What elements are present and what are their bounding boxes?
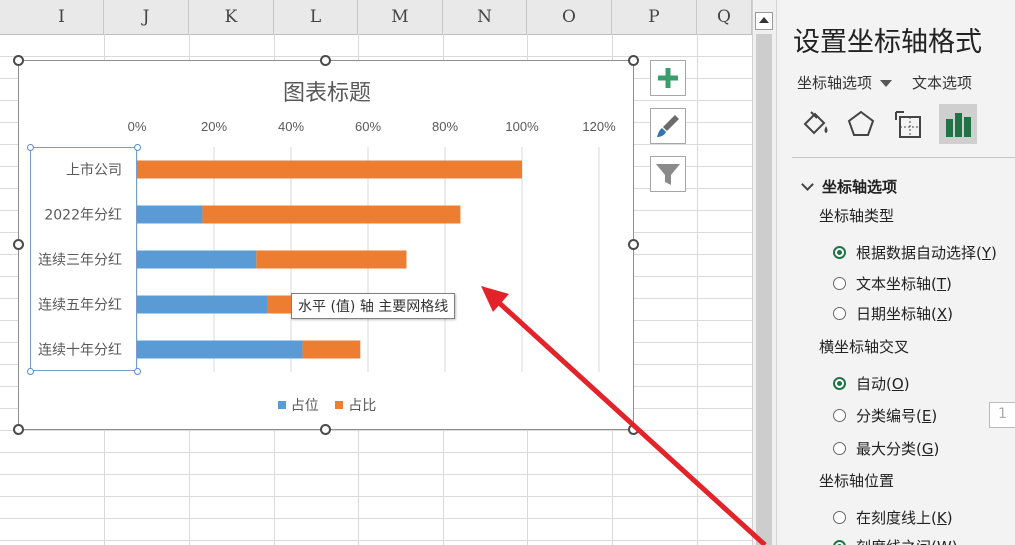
radio-button[interactable]: [833, 307, 846, 320]
tab-text-options[interactable]: 文本选项: [912, 72, 972, 93]
radio-cross-category-number[interactable]: 分类编号(E): [833, 405, 937, 426]
radio-button-checked[interactable]: [833, 540, 846, 545]
radio-label: 日期坐标轴: [856, 305, 932, 323]
radio-cross-max-category[interactable]: 最大分类(G): [833, 438, 939, 459]
radio-button-checked[interactable]: [833, 377, 846, 390]
radio-button[interactable]: [833, 442, 846, 455]
format-axis-panel: 设置坐标轴格式 坐标轴选项 文本选项 坐标轴选项 坐标轴类型 根据数据自动选择(Y…: [776, 0, 1015, 545]
radio-cross-auto[interactable]: 自动(O): [833, 373, 910, 394]
radio-button[interactable]: [833, 277, 846, 290]
chevron-down-icon[interactable]: [801, 178, 814, 191]
accelerator-key: G: [921, 439, 934, 458]
axis-type-label: 坐标轴类型: [819, 207, 895, 225]
position-label: 坐标轴位置: [819, 472, 895, 490]
radio-label: 自动: [856, 375, 887, 393]
accelerator-key: T: [936, 274, 947, 293]
radio-position-between-ticks[interactable]: 刻度线之间(W): [833, 536, 958, 545]
tab-axis-options[interactable]: 坐标轴选项: [797, 72, 872, 93]
bar-chart-icon[interactable]: [940, 104, 976, 144]
radio-label: 最大分类: [856, 440, 917, 458]
section-axis-options[interactable]: 坐标轴选项: [801, 176, 897, 197]
radio-label: 文本坐标轴: [856, 275, 932, 293]
panel-divider: [792, 157, 1015, 158]
panel-title: 设置坐标轴格式: [793, 27, 982, 58]
radio-axis-type-auto[interactable]: 根据数据自动选择(Y): [833, 242, 997, 263]
red-arrow-annotation: [481, 286, 767, 545]
radio-label: 分类编号: [856, 407, 917, 425]
category-number-input[interactable]: 1: [989, 402, 1015, 428]
radio-label: 根据数据自动选择: [856, 244, 977, 262]
accelerator-key: O: [891, 374, 904, 393]
pentagon-icon[interactable]: [843, 104, 879, 144]
panel-tabs: 坐标轴选项 文本选项: [797, 72, 972, 93]
radio-label: 刻度线之间: [856, 536, 931, 545]
radio-position-on-tick[interactable]: 在刻度线上(K): [833, 507, 953, 528]
cross-label: 横坐标轴交叉: [819, 338, 910, 356]
accelerator-key: E: [921, 406, 932, 425]
radio-button[interactable]: [833, 409, 846, 422]
fill-bucket-icon[interactable]: [797, 104, 833, 144]
radio-axis-type-text[interactable]: 文本坐标轴(T): [833, 273, 952, 294]
section-title: 坐标轴选项: [822, 178, 898, 196]
size-properties-icon[interactable]: [891, 104, 927, 144]
radio-label: 在刻度线上: [856, 509, 932, 527]
accelerator-key: K: [936, 508, 947, 527]
radio-button-checked[interactable]: [833, 246, 846, 259]
radio-axis-type-date[interactable]: 日期坐标轴(X): [833, 303, 953, 324]
radio-button[interactable]: [833, 511, 846, 524]
accelerator-key: Y: [981, 243, 992, 262]
accelerator-key: X: [936, 304, 948, 323]
chevron-down-icon[interactable]: [880, 80, 893, 87]
accelerator-key: W: [937, 538, 952, 545]
spreadsheet-grid[interactable]: I J K L M N O P Q 图表标题 0% 20% 40% 60% 80% 100…: [0, 0, 776, 545]
